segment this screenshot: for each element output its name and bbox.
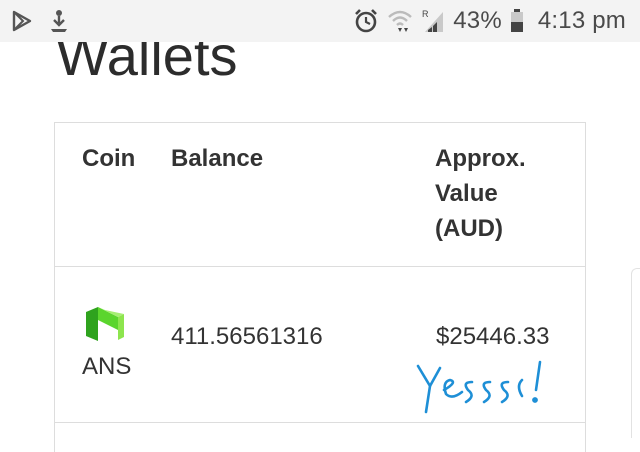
play-store-icon	[12, 10, 32, 32]
handwritten-annotation	[410, 360, 560, 423]
column-header-value: Approx. Value (AUD)	[435, 141, 555, 246]
roaming-indicator: R	[422, 9, 429, 19]
coin-value: $25446.33	[436, 323, 550, 350]
column-header-value-line3: (AUD)	[435, 215, 503, 242]
coin-balance: 411.56561316	[171, 323, 323, 350]
scroll-edge	[631, 268, 640, 438]
coin-symbol: ANS	[82, 353, 132, 380]
wifi-icon	[387, 9, 413, 33]
alarm-icon	[353, 8, 379, 34]
download-icon	[48, 9, 70, 33]
column-header-balance: Balance	[171, 145, 264, 172]
signal-icon: R	[421, 8, 445, 34]
column-header-value-line1: Approx.	[435, 145, 526, 172]
column-header-coin: Coin	[82, 145, 136, 172]
battery-percentage: 43%	[453, 7, 502, 34]
battery-icon	[510, 9, 524, 33]
neo-logo-icon	[85, 306, 125, 347]
row-divider	[55, 266, 585, 267]
column-header-value-line2: Value	[435, 180, 498, 207]
status-bar: R 43% 4:13 pm	[0, 0, 640, 42]
clock: 4:13 pm	[537, 7, 626, 34]
